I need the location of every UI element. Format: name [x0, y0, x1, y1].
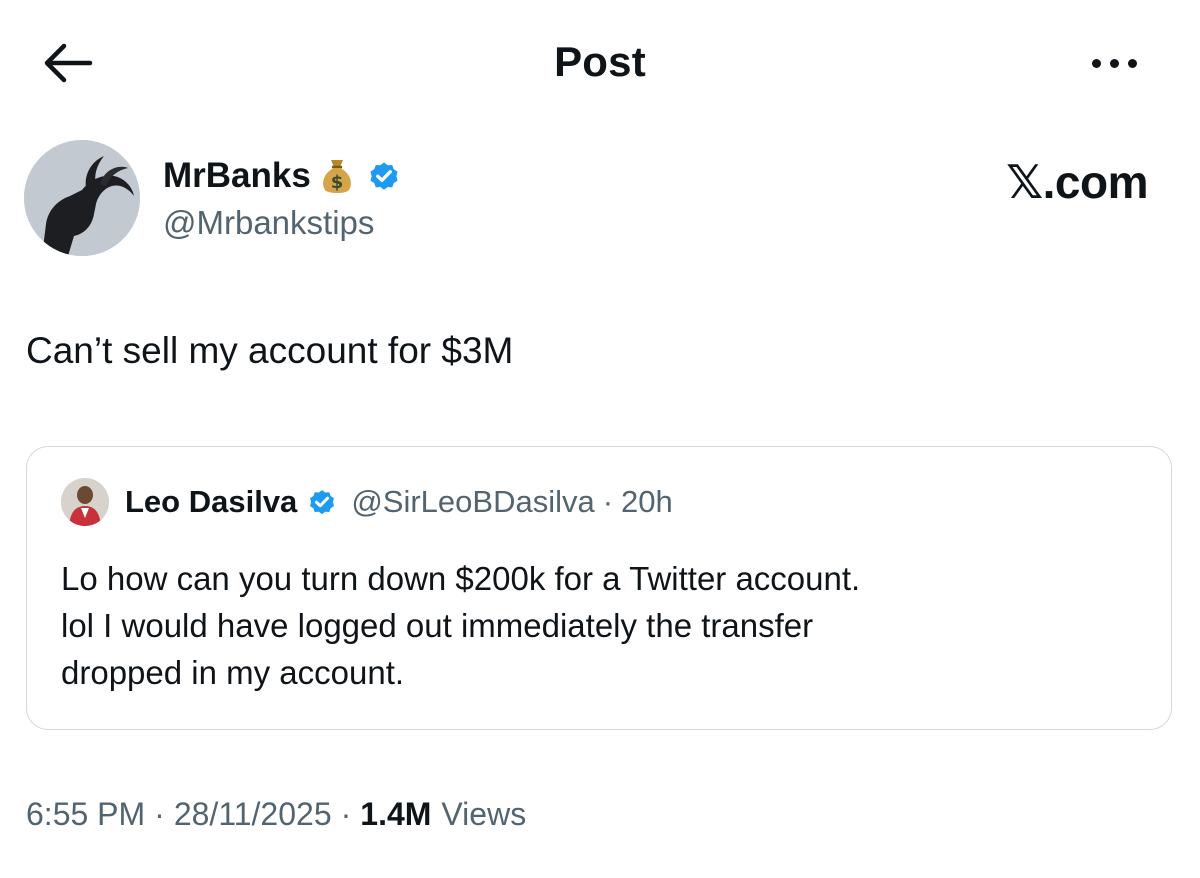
separator-dot: · — [602, 484, 614, 519]
views-count: 1.4M — [360, 796, 432, 832]
quoted-post-card[interactable]: Leo Dasilva @SirLeoBDasilva · 20h Lo how… — [26, 446, 1172, 730]
author-handle[interactable]: @Mrbankstips — [163, 204, 401, 242]
quoted-post-time: 20h — [621, 484, 673, 519]
page-title: Post — [554, 38, 646, 85]
quoted-author-avatar — [61, 478, 109, 526]
author-block: MrBanks $ @Mrbankstips — [163, 152, 401, 242]
verified-badge-icon — [310, 490, 335, 515]
quoted-post-line: lol I would have logged out immediately … — [61, 607, 814, 644]
post-date[interactable]: 28/11/2025 — [174, 796, 332, 833]
quoted-post-text: Lo how can you turn down $200k for a Twi… — [61, 555, 1141, 696]
money-bag-icon: $ — [322, 160, 351, 193]
separator-dot: · — [154, 796, 165, 832]
views-label: Views — [441, 796, 527, 832]
quoted-post-line: dropped in my account. — [61, 654, 405, 691]
verified-badge-icon — [370, 162, 398, 190]
more-options-button[interactable] — [1086, 52, 1142, 74]
more-horizontal-icon — [1091, 58, 1101, 68]
quoted-post-header: Leo Dasilva @SirLeoBDasilva · 20h — [61, 477, 673, 527]
svg-text:$: $ — [331, 172, 344, 193]
separator-dot: · — [340, 796, 352, 832]
author-avatar[interactable] — [24, 140, 140, 256]
post-meta: 6:55 PM · 28/11/2025 · 1.4M Views — [26, 796, 526, 833]
post-time[interactable]: 6:55 PM — [26, 796, 145, 833]
author-name[interactable]: MrBanks — [163, 156, 311, 196]
quoted-author-name: Leo Dasilva — [125, 484, 298, 519]
post-text: Can’t sell my account for $3M — [26, 330, 514, 371]
quoted-post-line: Lo how can you turn down $200k for a Twi… — [61, 560, 861, 597]
watermark: 𝕏.com — [1006, 156, 1148, 208]
quoted-author-handle: @SirLeoBDasilva — [351, 484, 595, 519]
top-bar: Post — [0, 0, 1200, 120]
